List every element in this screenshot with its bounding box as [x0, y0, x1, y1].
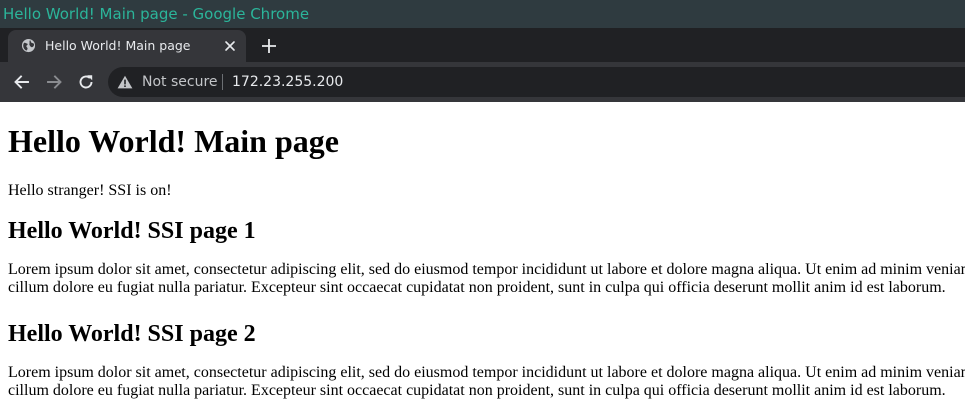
intro-text: Hello stranger! SSI is on!: [8, 182, 172, 199]
reload-icon[interactable]: [76, 72, 96, 92]
tab-title: Hello World! Main page: [45, 38, 191, 53]
omnibox-divider: [222, 74, 223, 90]
globe-icon: [21, 38, 36, 53]
section-body-ssi-2: Lorem ipsum dolor sit amet, consectetur …: [8, 364, 965, 400]
section-body-line: Lorem ipsum dolor sit amet, consectetur …: [8, 261, 965, 278]
back-icon[interactable]: [12, 72, 32, 92]
section-body-line: cillum dolore eu fugiat nulla pariatur. …: [8, 279, 946, 296]
new-tab-icon[interactable]: [260, 37, 278, 55]
section-body-ssi-1: Lorem ipsum dolor sit amet, consectetur …: [8, 261, 965, 297]
url-text[interactable]: 172.23.255.200: [232, 67, 343, 97]
address-bar[interactable]: Not secure 172.23.255.200: [108, 67, 965, 97]
section-body-line: cillum dolore eu fugiat nulla pariatur. …: [8, 382, 946, 399]
window-title: Hello World! Main page - Google Chrome: [3, 5, 310, 23]
page-heading: Hello World! Main page: [8, 123, 339, 159]
section-body-line: Lorem ipsum dolor sit amet, consectetur …: [8, 364, 965, 381]
forward-icon[interactable]: [44, 72, 64, 92]
tab-active[interactable]: Hello World! Main page: [8, 30, 246, 62]
section-heading-ssi-2: Hello World! SSI page 2: [8, 321, 256, 347]
tab-strip: Hello World! Main page: [0, 28, 965, 62]
section-heading-ssi-1: Hello World! SSI page 1: [8, 218, 256, 244]
warning-triangle-icon[interactable]: [117, 75, 133, 89]
window-titlebar: Hello World! Main page - Google Chrome: [0, 0, 965, 28]
security-label[interactable]: Not secure: [142, 67, 218, 97]
close-icon[interactable]: [223, 39, 237, 53]
page-content: Hello World! Main page Hello stranger! S…: [0, 102, 965, 420]
browser-toolbar: Not secure 172.23.255.200: [0, 62, 965, 102]
